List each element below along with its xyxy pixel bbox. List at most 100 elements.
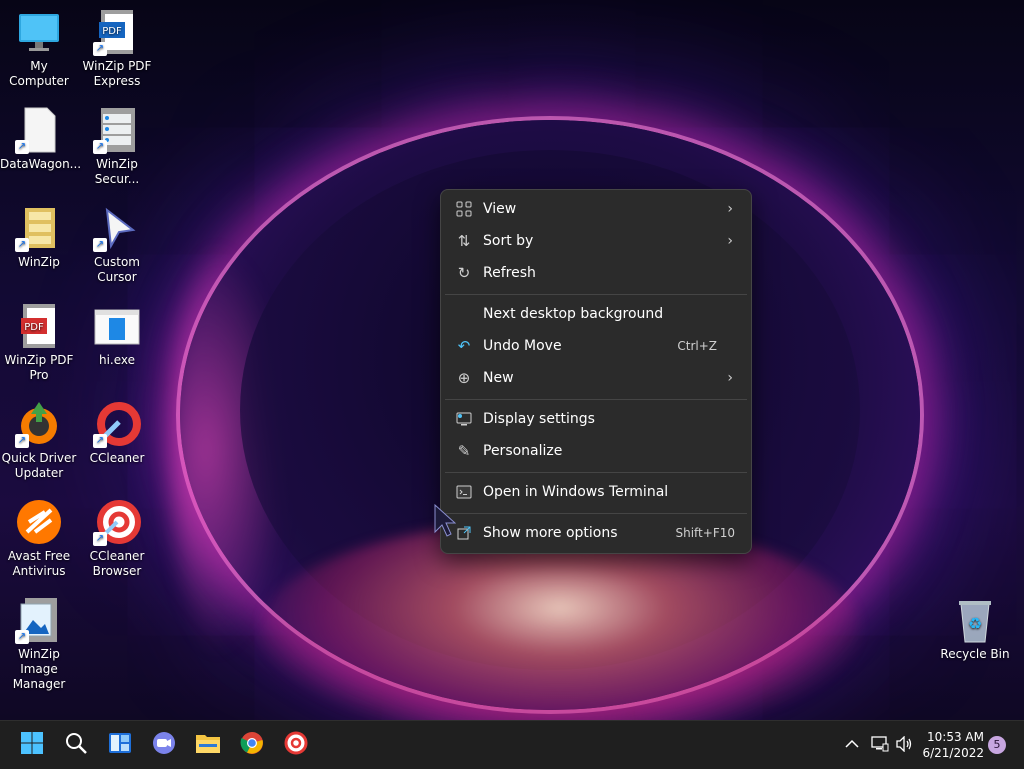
desktop-icon-datawagon[interactable]: ↗ DataWagon... bbox=[0, 102, 82, 172]
desktop-icon-winzip-pdf-pro[interactable]: PDF WinZip PDF Pro bbox=[0, 298, 78, 383]
search-icon bbox=[64, 731, 88, 759]
desktop-icon-my-computer[interactable]: My Computer bbox=[0, 4, 78, 89]
show-more-icon bbox=[455, 518, 473, 551]
shortcut-arrow-icon: ↗ bbox=[93, 238, 107, 252]
desktop-icon-winzip-secure[interactable]: ↗ WinZip Secur... bbox=[78, 102, 156, 187]
chrome-icon bbox=[240, 731, 264, 759]
chevron-right-icon: › bbox=[727, 233, 733, 249]
desktop-icon-label: WinZip Image Manager bbox=[12, 647, 66, 691]
svg-text:PDF: PDF bbox=[102, 26, 122, 37]
clock-date: 6/21/2022 bbox=[922, 746, 984, 760]
taskbar-widgets-button[interactable] bbox=[104, 729, 136, 761]
ccleaner-browser-icon: ↗ bbox=[93, 498, 141, 546]
svg-text:♻: ♻ bbox=[968, 614, 982, 633]
menu-item-personalize[interactable]: ✎ Personalize bbox=[445, 436, 747, 466]
desktop-icon-avast[interactable]: Avast Free Antivirus bbox=[0, 494, 78, 579]
mouse-pointer-icon bbox=[434, 503, 457, 542]
desktop-icon-label: Custom Cursor bbox=[94, 255, 140, 284]
menu-item-undo-move[interactable]: ↶ Undo Move Ctrl+Z bbox=[445, 331, 747, 361]
terminal-icon bbox=[455, 477, 473, 510]
undo-icon: ↶ bbox=[457, 337, 471, 355]
menu-item-label: Show more options bbox=[483, 525, 618, 541]
desktop-icon-label: WinZip bbox=[18, 255, 60, 269]
menu-item-sort-by[interactable]: ⇅ Sort by › bbox=[445, 226, 747, 256]
menu-item-view[interactable]: View › bbox=[445, 194, 747, 224]
ccleaner-browser-icon bbox=[284, 731, 308, 759]
taskbar-search-button[interactable] bbox=[60, 729, 92, 761]
desktop-icon-winzip-pdf-express[interactable]: PDF ↗ WinZip PDF Express bbox=[78, 4, 156, 89]
winzip-icon: ↗ bbox=[15, 204, 63, 252]
desktop-icon-label: Recycle Bin bbox=[940, 647, 1010, 661]
desktop-icon-ccleaner[interactable]: ↗ CCleaner bbox=[78, 396, 156, 466]
pdf-icon: PDF bbox=[15, 302, 63, 350]
menu-item-display-settings[interactable]: Display settings bbox=[445, 404, 747, 434]
menu-item-next-desktop-background[interactable]: Next desktop background bbox=[445, 299, 747, 329]
sort-icon: ⇅ bbox=[457, 232, 471, 250]
shortcut-arrow-icon: ↗ bbox=[15, 238, 29, 252]
widgets-icon bbox=[108, 731, 132, 759]
pdf-icon: PDF ↗ bbox=[93, 8, 141, 56]
menu-item-label: Refresh bbox=[483, 265, 536, 281]
menu-item-label: Display settings bbox=[483, 411, 595, 427]
menu-item-open-in-windows-terminal[interactable]: Open in Windows Terminal bbox=[445, 477, 747, 507]
desktop-icon-label: WinZip PDF Express bbox=[82, 59, 152, 88]
menu-separator bbox=[445, 513, 747, 514]
taskbar: 10:53 AM 6/21/2022 5 bbox=[0, 720, 1024, 769]
chevron-up-icon bbox=[845, 738, 859, 752]
menu-item-shortcut: Shift+F10 bbox=[675, 526, 735, 540]
taskbar-chat-button[interactable] bbox=[148, 729, 180, 761]
menu-separator bbox=[445, 294, 747, 295]
menu-item-label: Undo Move bbox=[483, 338, 562, 354]
menu-item-new[interactable]: ⊕ New › bbox=[445, 363, 747, 393]
document-icon: ↗ bbox=[15, 106, 63, 154]
file-explorer-icon bbox=[195, 731, 221, 759]
show-hidden-icons-button[interactable] bbox=[842, 721, 862, 769]
shortcut-arrow-icon: ↗ bbox=[93, 532, 107, 546]
taskbar-chrome-button[interactable] bbox=[236, 729, 268, 761]
shortcut-arrow-icon: ↗ bbox=[15, 140, 29, 154]
desktop-icon-custom-cursor[interactable]: ↗ Custom Cursor bbox=[78, 200, 156, 285]
refresh-icon: ↻ bbox=[457, 264, 471, 282]
volume-icon bbox=[896, 734, 914, 755]
taskbar-ccleaner-browser-button[interactable] bbox=[280, 729, 312, 761]
desktop-context-menu: View › ⇅ Sort by › ↻ Refresh Next deskto… bbox=[440, 189, 752, 554]
shortcut-arrow-icon: ↗ bbox=[15, 434, 29, 448]
exe-icon bbox=[93, 302, 141, 350]
volume-button[interactable] bbox=[894, 721, 916, 769]
desktop-icon-label: DataWagon... bbox=[0, 157, 82, 171]
desktop-icon-ccleaner-browser[interactable]: ↗ CCleaner Browser bbox=[78, 494, 156, 579]
driver-updater-icon: ↗ bbox=[15, 400, 63, 448]
menu-item-label: Personalize bbox=[483, 443, 563, 459]
plus-circle-icon: ⊕ bbox=[457, 369, 471, 387]
menu-item-refresh[interactable]: ↻ Refresh bbox=[445, 258, 747, 288]
taskbar-clock[interactable]: 10:53 AM 6/21/2022 bbox=[922, 729, 984, 761]
grid-view-icon bbox=[455, 194, 473, 227]
menu-item-label: Open in Windows Terminal bbox=[483, 484, 669, 500]
taskbar-file-explorer-button[interactable] bbox=[192, 729, 224, 761]
desktop-icon-hi-exe[interactable]: hi.exe bbox=[78, 298, 156, 368]
desktop-icon-label: WinZip PDF Pro bbox=[4, 353, 74, 382]
menu-item-label: New bbox=[483, 370, 514, 386]
server-icon: ↗ bbox=[93, 106, 141, 154]
pen-icon: ✎ bbox=[457, 442, 471, 460]
menu-item-label: Sort by bbox=[483, 233, 534, 249]
display-settings-icon bbox=[455, 404, 473, 437]
desktop-icon-winzip[interactable]: ↗ WinZip bbox=[0, 200, 78, 270]
desktop-icon-recycle-bin[interactable]: ♻ Recycle Bin bbox=[936, 592, 1014, 662]
menu-item-show-more-options[interactable]: Show more options Shift+F10 bbox=[445, 518, 747, 548]
shortcut-arrow-icon: ↗ bbox=[93, 434, 107, 448]
svg-text:PDF: PDF bbox=[24, 322, 44, 333]
clock-time: 10:53 AM bbox=[927, 730, 984, 744]
menu-item-label: Next desktop background bbox=[483, 306, 664, 322]
desktop-icon-quick-driver-updater[interactable]: ↗ Quick Driver Updater bbox=[0, 396, 78, 481]
menu-separator bbox=[445, 399, 747, 400]
desktop-icon-label: WinZip Secur... bbox=[94, 157, 140, 186]
desktop-icon-winzip-image-manager[interactable]: ↗ WinZip Image Manager bbox=[0, 592, 78, 692]
shortcut-arrow-icon: ↗ bbox=[15, 630, 29, 644]
network-button[interactable] bbox=[870, 721, 890, 769]
menu-separator bbox=[445, 472, 747, 473]
network-icon bbox=[871, 735, 889, 755]
notification-badge[interactable]: 5 bbox=[988, 736, 1006, 754]
menu-item-shortcut: Ctrl+Z bbox=[677, 339, 717, 353]
start-button[interactable] bbox=[16, 729, 48, 761]
